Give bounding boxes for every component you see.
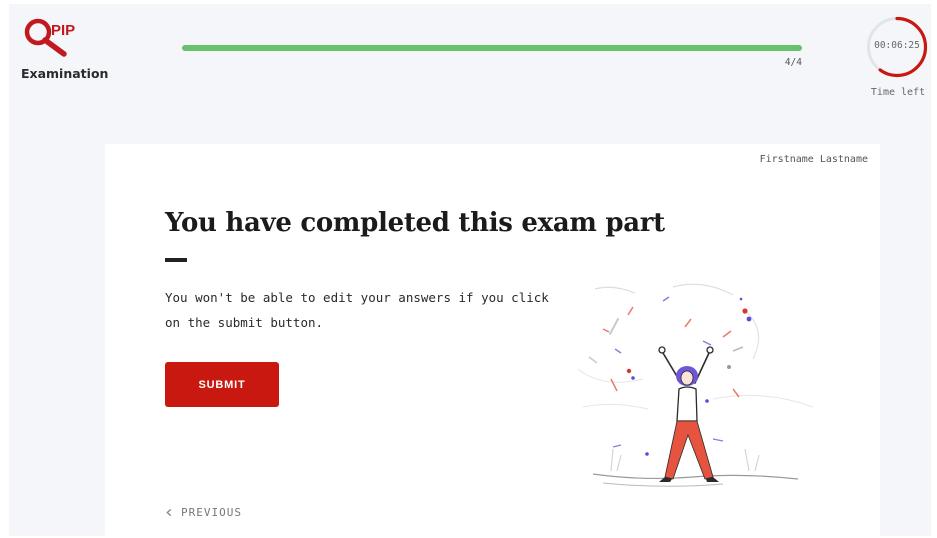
timer-label: Time left: [870, 87, 926, 98]
previous-label: PREVIOUS: [181, 506, 242, 519]
previous-link[interactable]: PREVIOUS: [165, 506, 242, 519]
celebrating-person-icon: [577, 283, 814, 487]
app-title: Examination: [21, 66, 109, 81]
title-underline: [165, 258, 187, 262]
pip-logo: PIP: [21, 16, 91, 62]
progress-count: 4/4: [784, 57, 802, 68]
submit-button[interactable]: SUBMIT: [165, 362, 279, 407]
logo-text: PIP: [51, 22, 75, 39]
exam-progress-bar: [182, 45, 802, 51]
submit-description: You won't be able to edit your answers i…: [165, 290, 549, 330]
page-title: You have completed this exam part: [165, 208, 665, 238]
chevron-left-icon: [166, 508, 172, 517]
app-frame: PIP Examination 4/4 00:06:25 Time left F…: [9, 4, 931, 536]
countdown-timer: 00:06:25: [865, 15, 929, 79]
user-name: Firstname Lastname: [759, 154, 868, 165]
completion-card: Firstname Lastname You have completed th…: [105, 144, 880, 536]
magnifier-logo-icon: PIP: [24, 18, 75, 57]
timer-value: 00:06:25: [874, 40, 920, 51]
exam-progress-fill: [182, 45, 802, 51]
celebration-illustration: [573, 279, 823, 499]
